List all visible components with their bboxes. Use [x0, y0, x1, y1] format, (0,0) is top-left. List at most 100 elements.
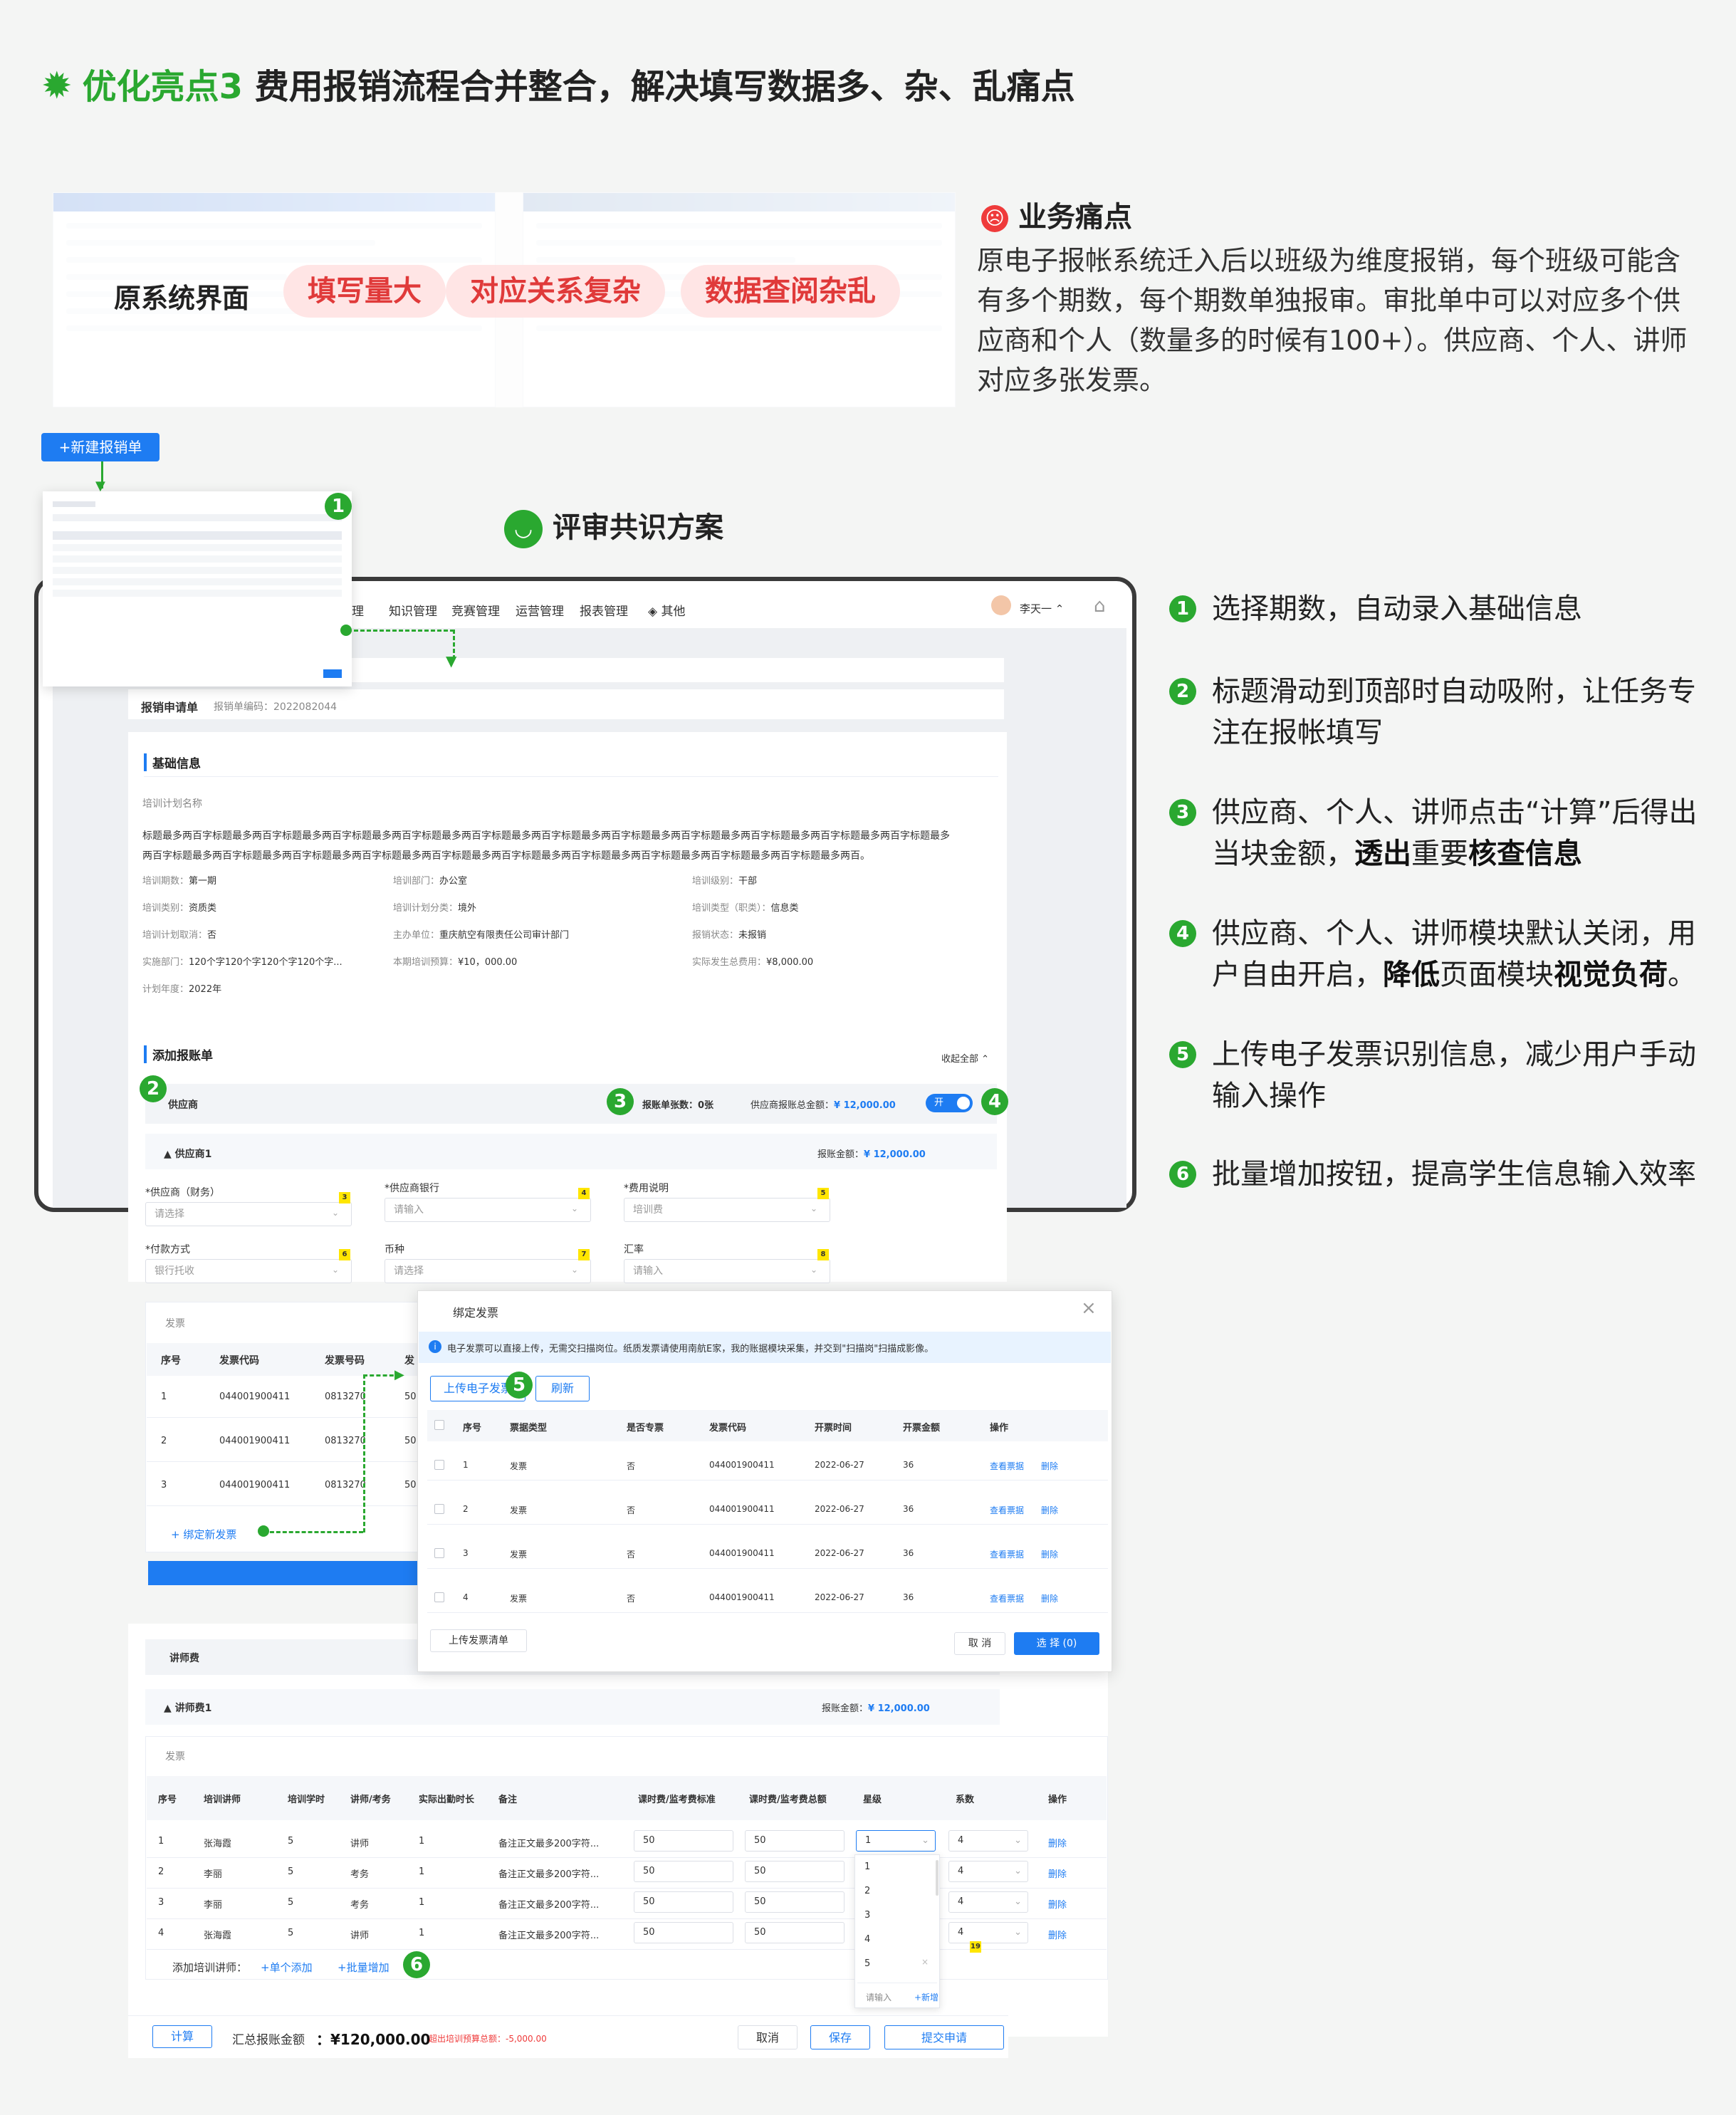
coef-select[interactable]: 4 ⌄: [948, 1891, 1028, 1913]
bind-new-invoice-link[interactable]: + 绑定新发票: [171, 1527, 236, 1542]
dialog-cancel-button[interactable]: 取 消: [954, 1632, 1005, 1655]
dropdown-option[interactable]: 5: [864, 1958, 870, 1969]
user-name[interactable]: 李天一 ⌃: [1020, 601, 1064, 616]
invoice-cell: 50: [404, 1480, 417, 1490]
input-field-5[interactable]: 请输入: [624, 1259, 830, 1283]
fee-input[interactable]: 50: [745, 1891, 845, 1913]
nav-item-knowledge[interactable]: 知识管理: [389, 601, 437, 619]
field-3: 培训类别：资质类: [142, 903, 217, 914]
view-invoice-link[interactable]: 查看票据: [990, 1592, 1024, 1604]
scrollbar[interactable]: [936, 1860, 938, 1896]
input-field-3[interactable]: 银行托收: [145, 1259, 352, 1283]
dropdown-new[interactable]: +新增: [914, 1991, 938, 2003]
dropdown-input[interactable]: 请输入: [866, 1991, 891, 2003]
dropdown-option[interactable]: 4: [864, 1934, 870, 1945]
lecturer1-title[interactable]: ▲ 讲师费1: [164, 1701, 211, 1715]
upload-invoice-list-button[interactable]: 上传发票清单: [430, 1629, 527, 1652]
fee-input[interactable]: 50: [745, 1861, 845, 1882]
avatar[interactable]: [991, 595, 1011, 615]
dialog-cell: 044001900411: [709, 1460, 775, 1470]
delete-link[interactable]: 删除: [1041, 1592, 1058, 1604]
dropdown-option[interactable]: 1: [864, 1861, 870, 1872]
divider: [147, 1857, 1107, 1858]
fee-input[interactable]: 50: [634, 1922, 733, 1943]
dialog-cell: 发票: [510, 1505, 528, 1515]
input-field-4[interactable]: 请选择: [385, 1259, 591, 1283]
view-invoice-link[interactable]: 查看票据: [990, 1548, 1024, 1560]
batch-add-link[interactable]: +批量增加: [338, 1960, 389, 1975]
fee-input[interactable]: 50: [745, 1830, 845, 1852]
divider: [147, 1505, 429, 1506]
calculate-button[interactable]: 计算: [152, 2025, 212, 2048]
chevron-down-icon: ⌄: [1014, 1927, 1022, 1938]
lecturer-title: 讲师费: [169, 1653, 199, 1664]
lecturer-cell: 1: [419, 1866, 425, 1877]
new-reimbursement-button[interactable]: +新建报销单: [41, 433, 160, 461]
dialog-choose-button[interactable]: 选 择 (0): [1014, 1632, 1099, 1655]
blue-bar: [148, 1561, 426, 1585]
supplier-toggle[interactable]: 开: [926, 1094, 973, 1112]
point-2: 2 标题滑动到顶部时自动吸附，让任务专注在报帐填写: [1169, 671, 1710, 753]
row-checkbox[interactable]: [434, 1548, 444, 1558]
input-field-1[interactable]: 请输入: [385, 1198, 591, 1222]
row-checkbox[interactable]: [434, 1460, 444, 1470]
input-field-2[interactable]: 培训费: [624, 1198, 830, 1222]
nav-item-other[interactable]: ◈ 其他: [648, 601, 685, 619]
delete-link[interactable]: 删除: [1048, 1866, 1067, 1880]
input-label-0: *供应商（财务）: [145, 1187, 220, 1198]
nav-item-operations[interactable]: 运营管理: [516, 601, 564, 619]
pain-pill-3: 数据查阅杂乱: [681, 265, 900, 318]
delete-link[interactable]: 删除: [1041, 1504, 1058, 1516]
coef-select[interactable]: 4 ⌄: [948, 1861, 1028, 1882]
add-single-link[interactable]: +单个添加: [261, 1960, 313, 1975]
caret-up-icon: ▲: [164, 1149, 172, 1160]
dialog-cell: 否: [627, 1461, 636, 1471]
coef-select[interactable]: 4 ⌄: [948, 1830, 1028, 1852]
supplier-title: 供应商: [168, 1100, 198, 1111]
row-checkbox[interactable]: [434, 1592, 444, 1602]
divider: [147, 1888, 1107, 1889]
fee-input[interactable]: 50: [745, 1922, 845, 1943]
dialog-cell: 044001900411: [709, 1592, 775, 1602]
supplier1-title[interactable]: ▲ 供应商1: [164, 1147, 211, 1161]
input-label-3: *付款方式: [145, 1244, 190, 1255]
lecturer-col-2: 培训学时: [288, 1795, 325, 1805]
delete-link[interactable]: 删除: [1041, 1460, 1058, 1472]
dialog-cell: 36: [903, 1592, 914, 1602]
row-checkbox[interactable]: [434, 1504, 444, 1514]
input-field-0[interactable]: 请选择: [145, 1202, 352, 1226]
delete-link[interactable]: 删除: [1048, 1928, 1067, 1941]
delete-link[interactable]: 删除: [1048, 1897, 1067, 1911]
dropdown-option[interactable]: 2: [864, 1886, 870, 1896]
view-invoice-link[interactable]: 查看票据: [990, 1460, 1024, 1472]
save-button[interactable]: 保存: [810, 2025, 870, 2049]
dashed-connector: [347, 630, 454, 632]
close-icon[interactable]: ×: [1081, 1297, 1097, 1319]
submit-button[interactable]: 提交申请: [884, 2025, 1004, 2049]
divider: [427, 1568, 1108, 1569]
cube-icon: ◈: [648, 605, 658, 619]
select-all-checkbox[interactable]: [434, 1420, 444, 1430]
collapse-all-button[interactable]: 收起全部 ⌃: [941, 1051, 989, 1065]
home-icon[interactable]: ⌂: [1094, 595, 1106, 617]
delete-link[interactable]: 删除: [1048, 1836, 1067, 1849]
refresh-button[interactable]: 刷新: [535, 1376, 590, 1401]
dialog-cell: 否: [627, 1550, 636, 1560]
fee-input[interactable]: 50: [634, 1891, 733, 1913]
fee-input[interactable]: 50: [634, 1830, 733, 1852]
nav-item-competition[interactable]: 竞赛管理: [451, 601, 500, 619]
nav-item-reports[interactable]: 报表管理: [580, 601, 628, 619]
coef-select[interactable]: 4 ⌄: [948, 1922, 1028, 1943]
field-5: 培训类型（职类）：信息类: [692, 903, 799, 914]
fee-input[interactable]: 50: [634, 1861, 733, 1882]
nav-item-1[interactable]: 理: [352, 601, 364, 619]
badge-3: 6: [339, 1249, 350, 1260]
star-select[interactable]: 1 ⌄: [856, 1830, 936, 1852]
divider: [147, 1461, 429, 1462]
dropdown-option[interactable]: 3: [864, 1910, 870, 1921]
delete-link[interactable]: 删除: [1041, 1548, 1058, 1560]
cancel-button[interactable]: 取消: [738, 2025, 798, 2049]
arrow-down-icon: ▼: [446, 652, 457, 669]
view-invoice-link[interactable]: 查看票据: [990, 1504, 1024, 1516]
clear-icon[interactable]: ×: [921, 1957, 929, 1967]
